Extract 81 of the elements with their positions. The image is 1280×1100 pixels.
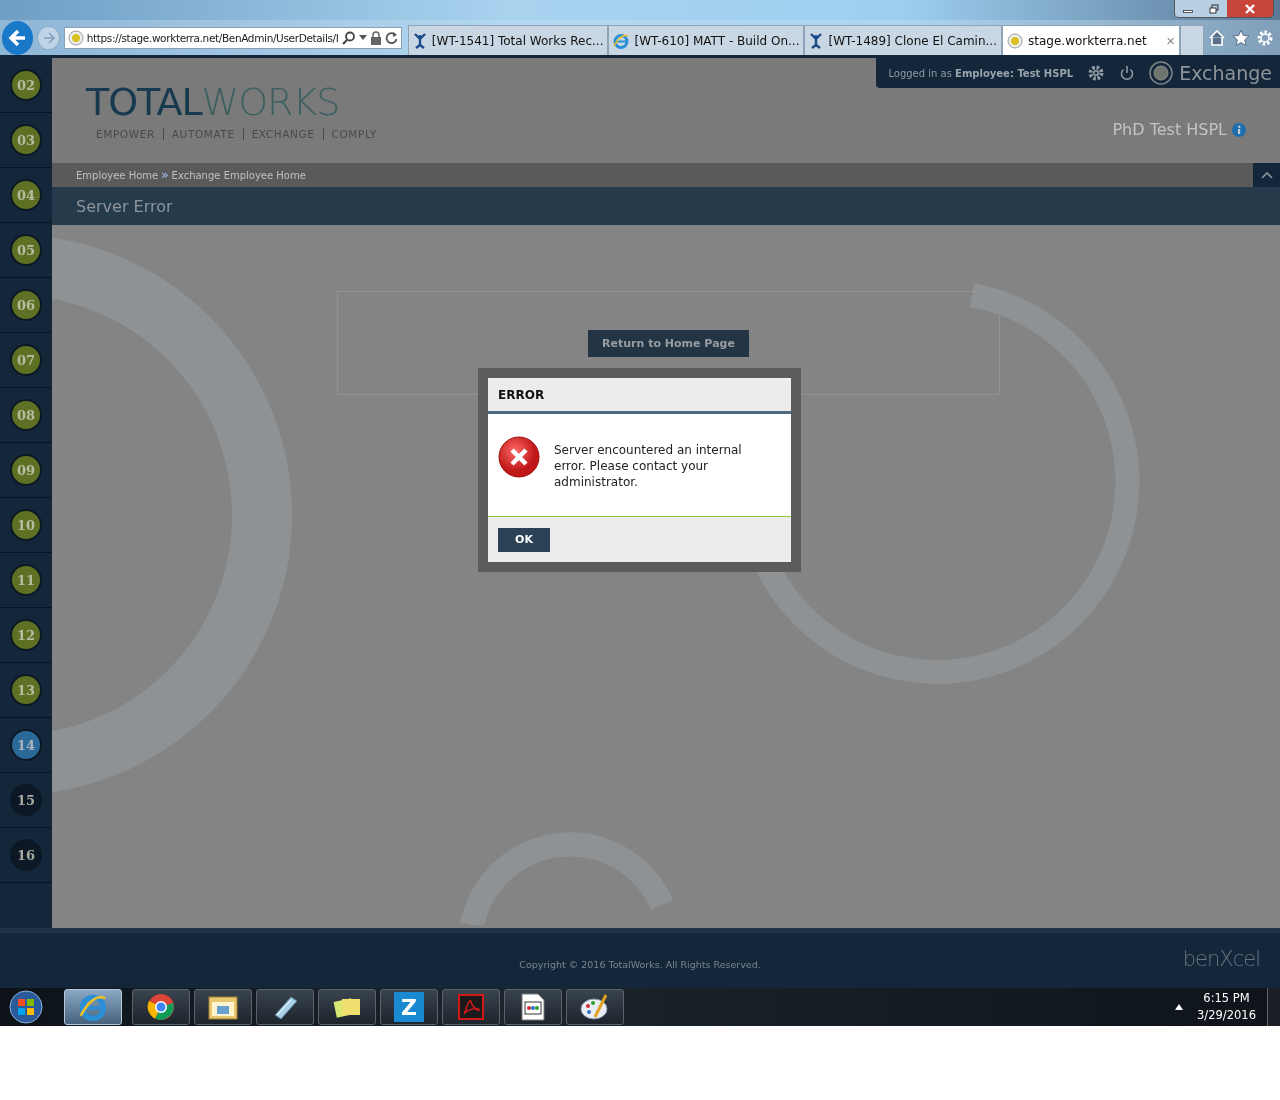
- step-badge[interactable]: 16: [10, 839, 42, 871]
- pdf-icon: [458, 994, 484, 1020]
- minimize-icon: [1183, 10, 1193, 13]
- search-icon[interactable]: [341, 30, 356, 45]
- browser-tab[interactable]: [WT-610] MATT - Build On...: [608, 25, 805, 55]
- document-icon: [521, 993, 545, 1021]
- breadcrumb-link[interactable]: Exchange Employee Home: [171, 169, 306, 181]
- browser-e-icon: [79, 993, 107, 1021]
- step-badge[interactable]: 05: [10, 234, 42, 266]
- step-badge[interactable]: 02: [10, 69, 42, 101]
- forward-arrow-icon: [41, 30, 56, 45]
- taskbar-button[interactable]: Z: [380, 989, 438, 1025]
- home-icon[interactable]: [1208, 28, 1226, 47]
- taskbar-button[interactable]: [132, 989, 190, 1025]
- error-icon: [498, 436, 540, 478]
- company-name: PhD Test HSPL: [1112, 120, 1227, 139]
- app-logo: Z: [394, 992, 424, 1022]
- dialog-title: ERROR: [498, 387, 545, 402]
- portal-name: Exchange: [1179, 62, 1272, 84]
- browser-tab[interactable]: stage.workterra.net ×: [1002, 25, 1180, 55]
- step-badge[interactable]: 09: [10, 454, 42, 486]
- power-icon[interactable]: [1119, 65, 1136, 81]
- restore-button[interactable]: [1201, 0, 1227, 17]
- taskbar-button[interactable]: [504, 989, 562, 1025]
- site-icon: [1007, 32, 1023, 49]
- address-field[interactable]: https://stage.workterra.net/BenAdmin/UserDetails/I: [63, 26, 402, 49]
- ok-button[interactable]: OK: [498, 527, 550, 552]
- page-title: Server Error: [76, 196, 173, 216]
- taskbar-button[interactable]: [194, 989, 252, 1025]
- taskbar-button[interactable]: [256, 989, 314, 1025]
- error-message: Server encountered an internal error. Please contact your administrator.: [554, 442, 743, 490]
- lock-icon[interactable]: [369, 30, 382, 45]
- step-badge[interactable]: 06: [10, 289, 42, 321]
- close-tab-button[interactable]: ×: [1166, 32, 1175, 49]
- taskbar-button[interactable]: [318, 989, 376, 1025]
- palette-icon: [580, 993, 610, 1021]
- figure-icon: [412, 32, 427, 49]
- step-badge[interactable]: 10: [10, 509, 42, 541]
- breadcrumb-separator: »: [161, 168, 169, 182]
- return-home-button[interactable]: Return to Home Page: [588, 330, 749, 357]
- browser-e-icon: [613, 32, 630, 49]
- step-badge[interactable]: 15: [10, 784, 42, 816]
- site-icon: [67, 29, 84, 46]
- start-button[interactable]: [9, 990, 43, 1024]
- browser-tab[interactable]: [WT-1541] Total Works Rec...: [407, 25, 609, 55]
- step-badge[interactable]: 13: [10, 674, 42, 706]
- step-badge[interactable]: 07: [10, 344, 42, 376]
- breadcrumb-link[interactable]: Employee Home: [76, 169, 159, 181]
- step-badge[interactable]: 04: [10, 179, 42, 211]
- close-icon: [1244, 3, 1256, 14]
- minimize-button[interactable]: [1175, 0, 1201, 17]
- copyright-text: Copyright © 2016 TotalWorks. All Rights Reserved.: [519, 959, 761, 970]
- step-badge[interactable]: 03: [10, 124, 42, 156]
- logo-wordmark: TOTALWORKS: [86, 82, 341, 122]
- brand-logo: benXcel: [1182, 947, 1260, 971]
- back-arrow-icon: [7, 27, 28, 48]
- restore-icon: [1209, 3, 1219, 14]
- info-icon[interactable]: [1232, 122, 1246, 137]
- collapse-button[interactable]: [1253, 163, 1280, 187]
- step-badge[interactable]: 12: [10, 619, 42, 651]
- seal-icon: [1149, 61, 1174, 85]
- refresh-icon[interactable]: [384, 31, 398, 44]
- settings-icon[interactable]: [1087, 64, 1106, 82]
- folder-icon: [208, 994, 238, 1020]
- clock[interactable]: 6:15 PM 3/29/2016: [1197, 990, 1256, 1024]
- tray-arrow-icon[interactable]: [1175, 1004, 1184, 1010]
- figure-icon: [809, 32, 824, 49]
- favorites-star-icon[interactable]: [1232, 28, 1250, 47]
- back-button[interactable]: [2, 20, 34, 55]
- dropdown-caret-icon[interactable]: [358, 34, 367, 41]
- settings-icon[interactable]: [1256, 28, 1274, 47]
- taskbar-button[interactable]: [566, 989, 624, 1025]
- browser-tab[interactable]: [WT-1489] Clone El Camin...: [804, 25, 1002, 55]
- step-badge[interactable]: 08: [10, 399, 42, 431]
- step-badge[interactable]: 11: [10, 564, 42, 596]
- chrome-ball-icon: [147, 993, 175, 1021]
- close-window-button[interactable]: [1227, 0, 1273, 17]
- logged-in-text: Logged in as Employee: Test HSPL: [888, 67, 1074, 79]
- chevron-up-icon: [1260, 171, 1273, 179]
- show-desktop-button[interactable]: [1267, 988, 1280, 1026]
- step-badge[interactable]: 14: [10, 729, 42, 761]
